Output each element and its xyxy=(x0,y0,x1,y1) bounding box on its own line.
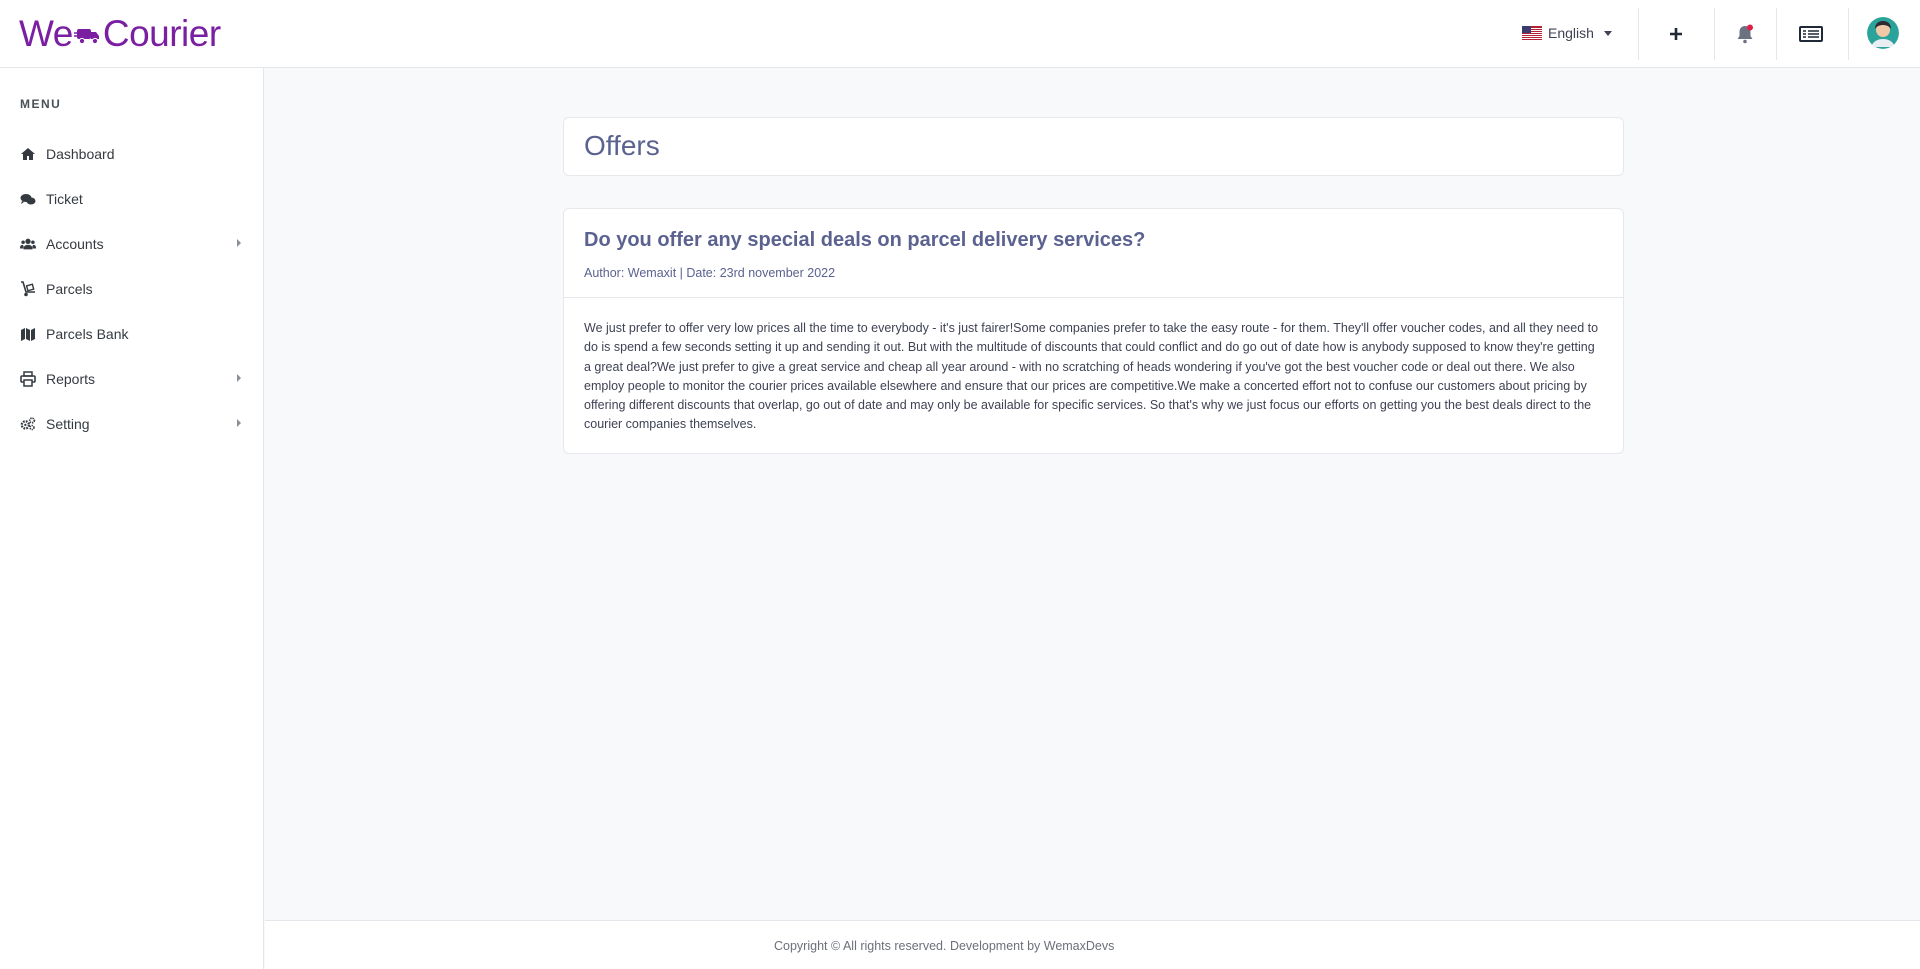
list-icon xyxy=(1799,26,1823,42)
logo-text-right: Courier xyxy=(102,13,221,54)
sidebar-item-reports[interactable]: Reports xyxy=(0,356,264,401)
sidebar-item-label: Dashboard xyxy=(46,145,115,162)
users-icon xyxy=(20,236,36,252)
top-header: We Courier English xyxy=(0,0,1920,68)
caret-right-icon xyxy=(237,239,241,247)
sidebar-item-label: Ticket xyxy=(46,190,83,207)
language-label: English xyxy=(1548,25,1594,41)
offer-question: Do you offer any special deals on parcel… xyxy=(584,229,1146,251)
menu-title: MENU xyxy=(20,97,62,111)
sidebar-item-label: Parcels xyxy=(46,280,93,297)
sidebar-item-label: Parcels Bank xyxy=(46,325,129,342)
sidebar-item-parcels-bank[interactable]: Parcels Bank xyxy=(0,311,264,356)
notifications-button[interactable] xyxy=(1727,16,1763,52)
plus-icon xyxy=(1670,28,1682,40)
footer: Copyright © All rights reserved. Develop… xyxy=(265,920,1920,969)
dolly-icon xyxy=(20,280,36,297)
header-divider xyxy=(1776,8,1777,60)
footer-text: Copyright © All rights reserved. Develop… xyxy=(774,939,1115,953)
menu-toggle-button[interactable] xyxy=(1793,16,1829,52)
language-dropdown[interactable]: English xyxy=(1522,23,1612,43)
sidebar-item-dashboard[interactable]: Dashboard xyxy=(0,131,264,176)
gears-icon xyxy=(20,416,36,432)
us-flag-icon xyxy=(1522,26,1542,40)
print-icon xyxy=(20,370,36,387)
header-divider xyxy=(1714,8,1715,60)
caret-right-icon xyxy=(237,419,241,427)
header-divider xyxy=(1848,8,1849,60)
sidebar-nav: Dashboard Ticket Accounts Parcels Parcel… xyxy=(0,131,264,446)
home-icon xyxy=(20,146,36,162)
sidebar-item-ticket[interactable]: Ticket xyxy=(0,176,264,221)
delivery-truck-icon xyxy=(73,29,99,45)
logo-text-left: We xyxy=(19,13,73,54)
comments-icon xyxy=(20,191,36,207)
sidebar-item-parcels[interactable]: Parcels xyxy=(0,266,264,311)
sidebar: MENU Dashboard Ticket Accounts Parcels P… xyxy=(0,68,264,969)
sidebar-item-label: Setting xyxy=(46,415,90,432)
logo[interactable]: We Courier xyxy=(19,13,221,55)
offer-body: We just prefer to offer very low prices … xyxy=(584,321,1599,432)
sidebar-item-setting[interactable]: Setting xyxy=(0,401,264,446)
caret-right-icon xyxy=(237,374,241,382)
bell-icon xyxy=(1737,24,1753,44)
avatar-image xyxy=(1867,17,1899,49)
page-title-card: Offers xyxy=(563,117,1624,176)
offer-card: Do you offer any special deals on parcel… xyxy=(563,208,1624,454)
page-title: Offers xyxy=(584,130,660,161)
sidebar-item-label: Accounts xyxy=(46,235,104,252)
sidebar-item-accounts[interactable]: Accounts xyxy=(0,221,264,266)
sidebar-item-label: Reports xyxy=(46,370,96,387)
caret-down-icon xyxy=(1603,30,1612,36)
user-avatar[interactable] xyxy=(1867,17,1899,49)
add-button[interactable] xyxy=(1658,16,1694,52)
map-icon xyxy=(20,326,36,342)
offer-header: Do you offer any special deals on parcel… xyxy=(564,209,1623,298)
header-divider xyxy=(1638,8,1639,60)
offer-meta: Author: Wemaxit | Date: 23rd november 20… xyxy=(584,266,836,280)
